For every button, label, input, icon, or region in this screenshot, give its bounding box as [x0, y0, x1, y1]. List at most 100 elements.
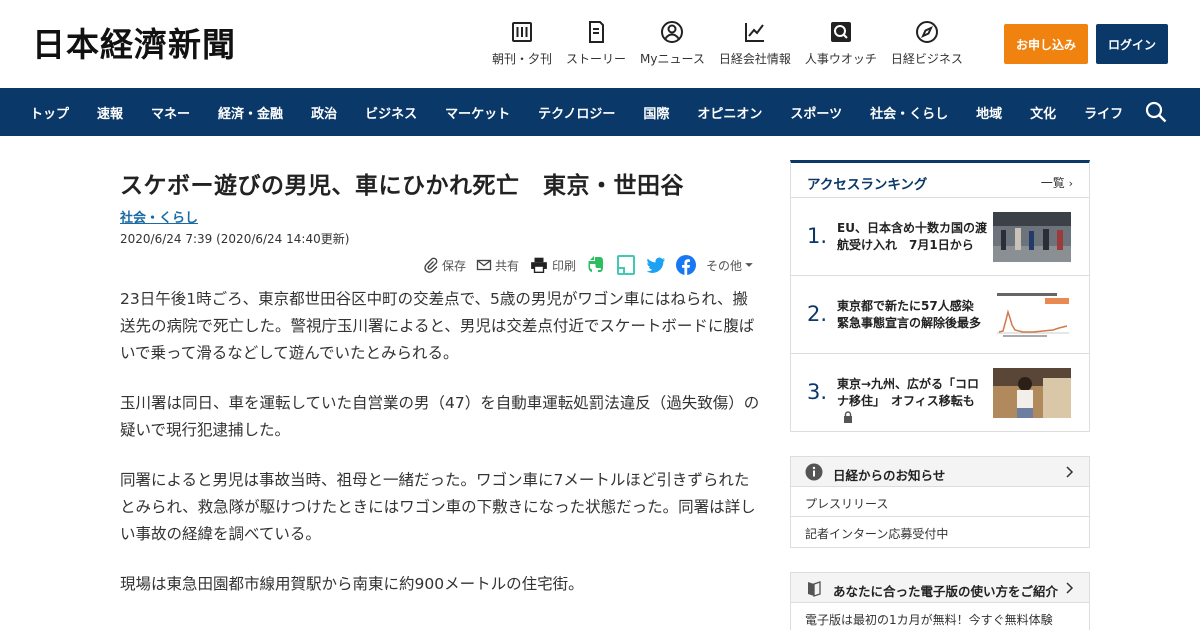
mail-icon: [476, 259, 492, 271]
print-button[interactable]: 印刷: [529, 256, 576, 274]
nav-item[interactable]: マネー: [137, 103, 204, 122]
ranking-number: 3.: [807, 380, 828, 404]
login-button[interactable]: ログイン: [1096, 24, 1168, 64]
nav-item[interactable]: 国際: [629, 103, 683, 122]
ranking-number: 2.: [807, 302, 828, 326]
twitter-icon[interactable]: [646, 255, 666, 275]
chevron-right-icon: [1066, 582, 1074, 594]
ranking-item[interactable]: 1. EU、日本含め十数カ国の渡航受け入れ 7月1日から: [791, 198, 1089, 276]
ranking-item[interactable]: 3. 東京→九州、広がる「コロナ移住」 オフィス移転も: [791, 354, 1089, 432]
site-logo[interactable]: 日本経濟新聞: [32, 26, 236, 64]
guide-text-link[interactable]: 電子版は最初の1カ月が無料！今すぐ無料体験: [791, 603, 1089, 628]
ranking-thumbnail: [993, 290, 1071, 340]
subscribe-button[interactable]: お申し込み: [1004, 24, 1088, 64]
nav-item[interactable]: ライフ: [1070, 103, 1137, 122]
ranking-number: 1.: [807, 224, 828, 248]
ranking-more-label: 一覧: [1040, 176, 1065, 190]
nav-item[interactable]: 文化: [1016, 103, 1070, 122]
magnifier-icon: [830, 22, 851, 42]
notice-title: 日経からのお知らせ: [833, 468, 946, 483]
nav-item[interactable]: 速報: [83, 103, 137, 122]
nav-item[interactable]: 地域: [962, 103, 1016, 122]
ranking-more-link[interactable]: 一覧 ›: [1041, 174, 1073, 191]
newspaper-icon: [512, 22, 532, 42]
article-title: スケボー遊びの男児、車にひかれ死亡 東京・世田谷: [120, 173, 684, 199]
chart-icon: [744, 23, 764, 42]
airport-photo: [993, 212, 1071, 262]
article-paragraph: 玉川署は同日、車を運転していた自営業の男（47）を自動車運転処罰法違反（過失致傷…: [120, 394, 760, 439]
save-button[interactable]: 保存: [423, 257, 466, 274]
nav-item[interactable]: 政治: [297, 103, 351, 122]
more-label: その他: [706, 258, 743, 273]
access-ranking: アクセスランキング 一覧 › 1. EU、日本含め十数カ国の渡航受け入れ 7月1…: [790, 160, 1090, 432]
chevron-right-icon: ›: [1068, 177, 1073, 190]
chevron-right-icon: [1066, 466, 1074, 478]
facebook-icon[interactable]: [676, 255, 697, 275]
topnav-label: 日経会社情報: [718, 52, 791, 66]
nav-item[interactable]: オピニオン: [683, 103, 776, 122]
compass-icon: [915, 21, 938, 43]
share-button[interactable]: 共有: [476, 257, 519, 274]
topnav-story[interactable]: ストーリー: [566, 20, 626, 67]
topnav-personnel-watch[interactable]: 人事ウオッチ: [805, 20, 877, 67]
print-label: 印刷: [552, 258, 577, 273]
lock-icon: [844, 411, 852, 423]
notice-link-intern[interactable]: 記者インターン応募受付中: [791, 517, 1089, 547]
ranking-headline: EU、日本含め十数カ国の渡航受け入れ 7月1日から: [837, 221, 987, 252]
topnav-label: ストーリー: [566, 52, 627, 66]
save-label: 保存: [442, 258, 467, 273]
share-label: 共有: [495, 258, 520, 273]
nav-item[interactable]: スポーツ: [776, 103, 856, 122]
topnav-my-news[interactable]: Myニュース: [640, 20, 705, 67]
printer-icon: [531, 257, 547, 273]
woman-photo: [993, 368, 1071, 418]
nikkei-notice-box: 日経からのお知らせ プレスリリース 記者インターン応募受付中: [790, 456, 1090, 548]
topnav-label: 人事ウオッチ: [804, 52, 877, 66]
top-utility-nav: 朝刊・夕刊 ストーリー Myニュース 日経会社情報 人事ウオッチ 日経ビジネス: [492, 20, 977, 67]
notice-header[interactable]: 日経からのお知らせ: [791, 457, 1089, 487]
nav-item[interactable]: 社会・くらし: [856, 103, 962, 122]
book-icon: [589, 21, 605, 43]
ranking-thumbnail: [993, 368, 1071, 418]
main-nav: トップ 速報 マネー 経済・金融 政治 ビジネス マーケット テクノロジー 国際…: [0, 88, 1200, 136]
article-paragraph: 同署によると男児は事故当時、祖母と一緒だった。ワゴン車に7メートルほど引きずられ…: [120, 471, 756, 543]
nav-item[interactable]: 経済・金融: [204, 103, 297, 122]
digital-guide-box: あなたに合った電子版の使い方をご紹介 電子版は最初の1カ月が無料！今すぐ無料体験: [790, 572, 1090, 630]
site-header: 日本経濟新聞 朝刊・夕刊 ストーリー Myニュース 日経会社情報 人事ウオッチ …: [0, 0, 1200, 88]
article-tools: 保存 共有 印刷 その他: [423, 254, 767, 276]
guide-title: あなたに合った電子版の使い方をご紹介: [833, 584, 1059, 599]
topnav-label: 日経ビジネス: [890, 52, 963, 66]
more-share-dropdown[interactable]: その他: [706, 257, 757, 274]
topnav-nikkei-business[interactable]: 日経ビジネス: [891, 20, 963, 67]
notice-link-press-release[interactable]: プレスリリース: [791, 487, 1089, 517]
beginner-mark-icon: [808, 581, 821, 597]
evernote-icon[interactable]: [586, 255, 606, 275]
paperclip-icon: [424, 257, 438, 273]
nav-item[interactable]: テクノロジー: [524, 103, 629, 122]
article-category-link[interactable]: 社会・くらし: [120, 207, 198, 226]
ranking-headline: 東京→九州、広がる「コロナ移住」 オフィス移転も: [837, 377, 980, 408]
ranking-thumbnail: [993, 212, 1071, 262]
note-icon[interactable]: [616, 255, 636, 275]
topnav-label: Myニュース: [640, 52, 705, 66]
ranking-title: アクセスランキング: [807, 177, 928, 193]
nav-item[interactable]: ビジネス: [351, 103, 431, 122]
article-paragraph: 現場は東急田園都市線用賀駅から南東に約900メートルの住宅街。: [120, 575, 584, 593]
article-paragraph: 23日午後1時ごろ、東京都世田谷区中町の交差点で、5歳の男児がワゴン車にはねられ…: [120, 290, 755, 362]
caret-down-icon: [745, 263, 753, 267]
ranking-header: アクセスランキング 一覧 ›: [791, 163, 1089, 198]
topnav-paper-edition[interactable]: 朝刊・夕刊: [492, 20, 552, 67]
article-body: 23日午後1時ごろ、東京都世田谷区中町の交差点で、5歳の男児がワゴン車にはねられ…: [120, 286, 760, 621]
main-nav-list: トップ 速報 マネー 経済・金融 政治 ビジネス マーケット テクノロジー 国際…: [0, 88, 1137, 136]
infection-chart-thumbnail: [993, 290, 1071, 340]
ranking-headline: 東京都で新たに57人感染 緊急事態宣言の解除後最多: [837, 299, 986, 330]
ranking-item[interactable]: 2. 東京都で新たに57人感染 緊急事態宣言の解除後最多: [791, 276, 1089, 354]
topnav-label: 朝刊・夕刊: [492, 52, 553, 66]
guide-header[interactable]: あなたに合った電子版の使い方をご紹介: [791, 573, 1089, 603]
topnav-company-info[interactable]: 日経会社情報: [719, 20, 791, 67]
nav-item[interactable]: マーケット: [431, 103, 524, 122]
search-icon[interactable]: [1144, 100, 1168, 124]
info-icon: [805, 463, 823, 481]
nav-item[interactable]: トップ: [0, 103, 83, 122]
person-icon: [661, 21, 684, 43]
